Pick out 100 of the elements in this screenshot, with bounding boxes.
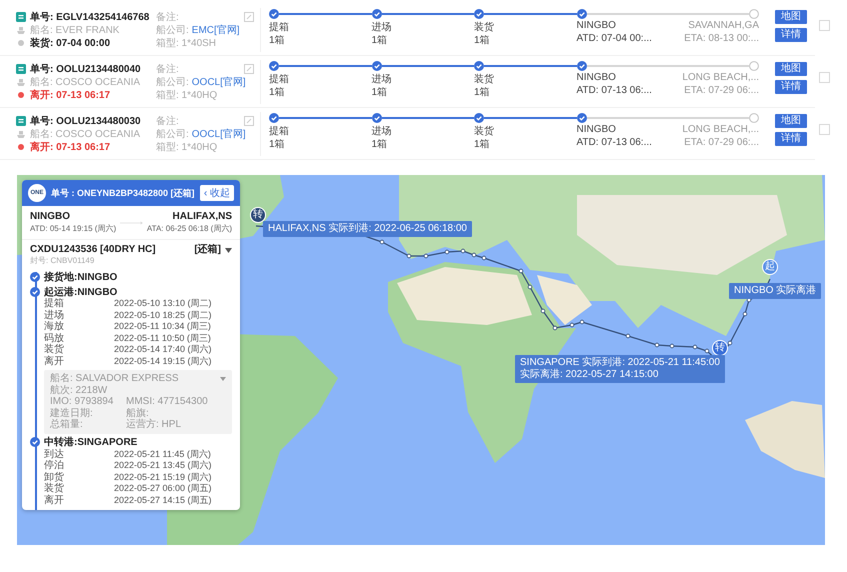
step-detail: 1箱 bbox=[269, 34, 286, 46]
row-checkbox[interactable] bbox=[819, 20, 830, 31]
action-button[interactable]: 地图 bbox=[775, 62, 807, 76]
step-detail: 1箱 bbox=[474, 86, 491, 98]
vessel-info: IMO: 9793894 bbox=[50, 396, 114, 408]
step-detail: ATD: 07-13 06:... bbox=[576, 137, 653, 150]
ship-name: 船名: EVER FRANK bbox=[30, 24, 120, 36]
step-detail: ETA: 07-29 06:... bbox=[683, 85, 759, 98]
step-detail: 1箱 bbox=[269, 86, 286, 98]
step-detail: 1箱 bbox=[372, 138, 388, 150]
event-name: 停泊 bbox=[44, 460, 65, 472]
action-button[interactable]: 详情 bbox=[775, 80, 807, 94]
box-type: 箱型: 1*40HQ bbox=[156, 140, 218, 153]
vessel-info: MMSI: 477154300 bbox=[126, 396, 208, 408]
company-label: 船公司: bbox=[156, 128, 189, 140]
company-link[interactable]: OOCL[官网] bbox=[192, 74, 246, 88]
destination-port: HALIFAX,NS bbox=[172, 211, 232, 223]
edit-icon[interactable] bbox=[244, 12, 254, 22]
vessel-info: 船名: SALVADOR EXPRESS bbox=[50, 373, 179, 384]
step-detail: 1箱 bbox=[372, 86, 388, 98]
status-text: 装货: 07-04 00:00 bbox=[30, 36, 110, 50]
step-label: 提箱 bbox=[269, 73, 290, 85]
container-status: [还箱] bbox=[194, 244, 221, 256]
port-stage: 接货地:NINGBO bbox=[44, 270, 118, 284]
action-button[interactable]: 详情 bbox=[775, 28, 807, 42]
arrival-time: ATA: 06-25 06:18 (周六) bbox=[146, 223, 232, 234]
box-type: 箱型: 1*40HQ bbox=[156, 88, 218, 101]
company-link[interactable]: EMC[官网] bbox=[192, 22, 240, 36]
step-detail: ETA: 08-13 00:... bbox=[683, 33, 759, 46]
edit-icon[interactable] bbox=[244, 64, 254, 74]
container-number: CXDU1243536 [40DRY HC] bbox=[30, 244, 156, 256]
action-button[interactable]: 地图 bbox=[775, 10, 807, 24]
step-label: 装货 bbox=[474, 20, 495, 33]
event-name: 离开 bbox=[44, 494, 65, 506]
step-label: 进场 bbox=[372, 20, 392, 33]
port-callout: NINGBO 实际离港 bbox=[729, 283, 822, 299]
event-name: 装货 bbox=[44, 344, 65, 356]
vessel-info: 运营方: HPL bbox=[126, 419, 182, 430]
status-text: 离开: 07-13 06:17 bbox=[30, 88, 110, 102]
arrow-icon bbox=[120, 220, 143, 226]
event-time: 2022-05-11 10:50 (周三) bbox=[114, 332, 211, 344]
ship-name: 船名: COSCO OCEANIA bbox=[30, 76, 140, 88]
ship-name: 船名: COSCO OCEANIA bbox=[30, 128, 140, 140]
port-callout: HALIFAX,NS 实际到港: 2022-06-25 06:18:00 bbox=[263, 221, 472, 237]
event-time: 2022-05-21 13:45 (周六) bbox=[114, 460, 212, 472]
step-label: 提箱 bbox=[269, 125, 290, 137]
event-name: 装货 bbox=[44, 483, 65, 494]
event-time: 2022-05-14 19:15 (周六) bbox=[114, 356, 212, 367]
event-time: 2022-05-21 15:19 (周六) bbox=[114, 472, 212, 483]
step-detail: 1箱 bbox=[372, 34, 388, 46]
collapse-button[interactable]: ‹ 收起 bbox=[200, 185, 234, 201]
event-time: 2022-05-14 17:40 (周六) bbox=[114, 344, 212, 356]
event-name: 卸货 bbox=[44, 472, 65, 482]
step-label: SAVANNAH,GA bbox=[687, 20, 759, 33]
event-time: 2022-05-10 13:10 (周二) bbox=[114, 298, 212, 310]
company-link[interactable]: OOCL[官网] bbox=[192, 126, 246, 140]
step-detail: ATD: 07-13 06:... bbox=[576, 85, 653, 98]
step-label: 进场 bbox=[372, 124, 392, 137]
order-number: 单号: OOLU2134480040 bbox=[30, 62, 141, 76]
step-label: 提箱 bbox=[269, 21, 290, 33]
step-label: NINGBO bbox=[576, 20, 617, 33]
event-time: 2022-05-27 14:15 (周五) bbox=[114, 494, 212, 506]
event-name: 到达 bbox=[44, 448, 65, 460]
origin-port: NINGBO bbox=[30, 211, 71, 223]
edit-icon[interactable] bbox=[244, 116, 254, 126]
event-name: 离开 bbox=[44, 356, 65, 367]
row-checkbox[interactable] bbox=[819, 124, 830, 135]
document-icon bbox=[16, 116, 26, 126]
company-label: 船公司: bbox=[156, 76, 189, 88]
remark-label: 备注: bbox=[156, 62, 180, 75]
step-detail: ETA: 07-29 06:... bbox=[683, 137, 759, 150]
port-stage: 起运港:NINGBO bbox=[44, 286, 118, 298]
event-name: 海放 bbox=[44, 321, 65, 332]
row-checkbox[interactable] bbox=[819, 72, 830, 83]
vessel-info: 总箱量: bbox=[50, 419, 84, 430]
event-time: 2022-05-27 06:00 (周五) bbox=[114, 483, 212, 494]
step-detail: 1箱 bbox=[269, 138, 286, 150]
panel-title: 单号 : ONEYNB2BP3482800 [还箱] bbox=[51, 186, 196, 200]
box-type: 箱型: 1*40SH bbox=[156, 36, 218, 49]
step-label: 装货 bbox=[474, 124, 495, 137]
step-label: NINGBO bbox=[576, 124, 617, 137]
company-label: 船公司: bbox=[156, 24, 189, 36]
order-number: 单号: EGLV143254146768 bbox=[30, 10, 150, 24]
caret-icon bbox=[225, 248, 232, 252]
event-time: 2022-05-10 18:25 (周二) bbox=[114, 310, 212, 321]
remark-label: 备注: bbox=[156, 114, 180, 127]
document-icon bbox=[16, 12, 26, 22]
port-callout: SINGAPORE 实际到港: 2022-05-21 11:45:00 实际离港: 2022-05-27 14:15:00 bbox=[515, 355, 725, 383]
event-time: 2022-05-21 11:45 (周六) bbox=[114, 448, 211, 460]
vessel-info: 建造日期: bbox=[50, 408, 94, 418]
action-button[interactable]: 详情 bbox=[775, 132, 807, 146]
event-name: 进场 bbox=[44, 310, 65, 321]
event-time: 2022-05-11 10:34 (周三) bbox=[114, 321, 211, 332]
ship-icon bbox=[16, 24, 26, 34]
document-icon bbox=[16, 64, 26, 74]
event-name: 码放 bbox=[44, 332, 65, 344]
step-detail: 1箱 bbox=[474, 34, 491, 46]
ship-icon bbox=[16, 76, 26, 86]
step-label: 进场 bbox=[372, 72, 392, 85]
action-button[interactable]: 地图 bbox=[775, 114, 807, 128]
